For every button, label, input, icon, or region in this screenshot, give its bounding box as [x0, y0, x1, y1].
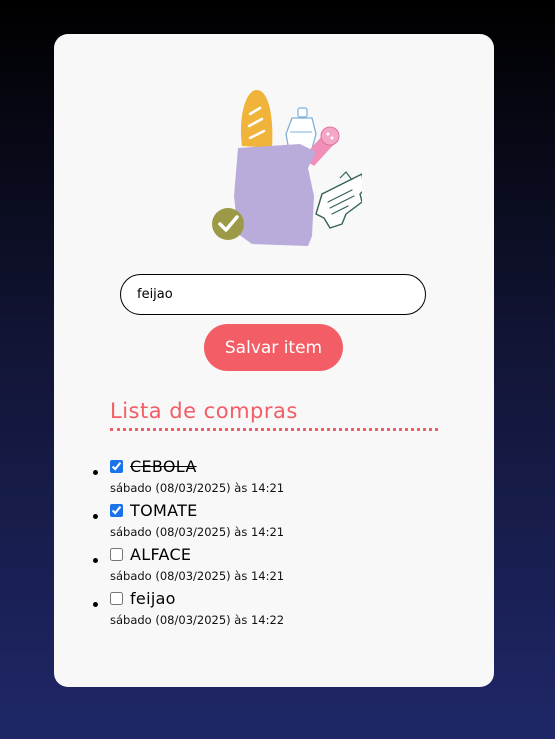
item-name: TOMATE	[130, 500, 198, 520]
item-date: sábado (08/03/2025) às 14:21	[110, 525, 285, 539]
bag-icon	[234, 144, 316, 246]
item-date: sábado (08/03/2025) às 14:21	[110, 481, 285, 495]
shopping-card: Salvar item Lista de compras CEBOLA sába…	[54, 34, 494, 687]
list-item: CEBOLA sábado (08/03/2025) às 14:21	[93, 454, 440, 498]
item-name: CEBOLA	[130, 456, 197, 476]
item-row: TOMATE	[110, 498, 440, 522]
item-name: ALFACE	[130, 544, 192, 564]
bread-icon	[240, 89, 273, 148]
bullet	[93, 514, 98, 519]
item-checkbox[interactable]	[110, 503, 123, 517]
bullet	[93, 470, 98, 475]
check-badge-icon	[212, 208, 244, 240]
receipt-icon	[315, 171, 362, 229]
list-item: ALFACE sábado (08/03/2025) às 14:21	[93, 542, 440, 586]
item-checkbox[interactable]	[110, 547, 123, 561]
bullet	[93, 558, 98, 563]
shopping-list: CEBOLA sábado (08/03/2025) às 14:21 TOMA…	[93, 454, 440, 630]
item-name: feijao	[130, 588, 176, 608]
item-row: CEBOLA	[110, 454, 440, 478]
item-row: ALFACE	[110, 542, 440, 566]
item-date: sábado (08/03/2025) às 14:21	[110, 569, 285, 583]
bullet	[93, 602, 98, 607]
list-item: TOMATE sábado (08/03/2025) às 14:21	[93, 498, 440, 542]
grocery-bag-illustration	[212, 89, 362, 246]
item-checkbox[interactable]	[110, 591, 123, 605]
list-title: Lista de compras	[110, 396, 438, 431]
item-checkbox[interactable]	[110, 459, 123, 473]
item-input[interactable]	[120, 274, 426, 315]
item-row: feijao	[110, 586, 440, 610]
item-date: sábado (08/03/2025) às 14:22	[110, 613, 285, 627]
save-item-button[interactable]: Salvar item	[204, 324, 343, 371]
list-item: feijao sábado (08/03/2025) às 14:22	[93, 586, 440, 630]
